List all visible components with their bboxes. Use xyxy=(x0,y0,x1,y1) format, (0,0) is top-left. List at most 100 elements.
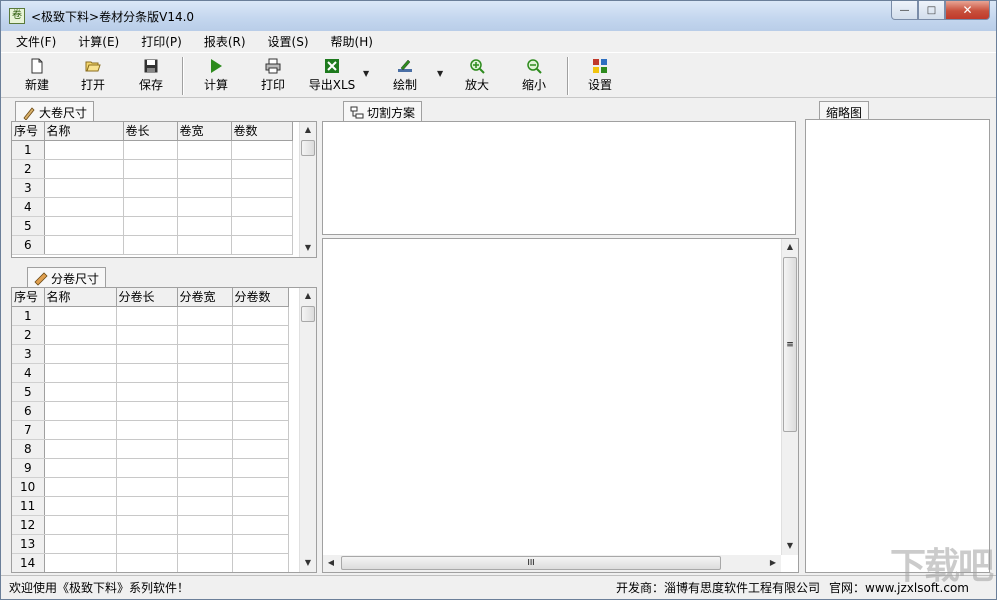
grid-cell[interactable] xyxy=(177,159,232,179)
print-button[interactable]: 打印 xyxy=(249,58,297,96)
col-header-name[interactable]: 名称 xyxy=(44,122,124,141)
save-button[interactable]: 保存 xyxy=(127,58,175,96)
grid-cell[interactable] xyxy=(116,363,178,383)
grid-cell[interactable] xyxy=(177,553,233,572)
grid-cell[interactable] xyxy=(44,344,117,364)
grid-cell[interactable] xyxy=(116,382,178,402)
grid-cell[interactable] xyxy=(177,140,232,160)
grid-cell[interactable] xyxy=(232,553,289,572)
split-roll-vertical-scrollbar[interactable]: ▲ ▼ xyxy=(299,288,316,572)
grid-cell[interactable] xyxy=(177,496,233,516)
grid-cell[interactable] xyxy=(116,515,178,535)
col-header-index[interactable]: 序号 xyxy=(12,288,45,307)
menu-settings[interactable]: 设置(S) xyxy=(261,31,316,51)
minimize-button[interactable]: — xyxy=(891,1,918,20)
grid-cell[interactable] xyxy=(177,235,232,255)
grid-cell[interactable] xyxy=(116,344,178,364)
maximize-button[interactable]: □ xyxy=(918,1,945,20)
menu-report[interactable]: 报表(R) xyxy=(197,31,253,51)
settings-button[interactable]: 设置 xyxy=(576,58,624,96)
grid-cell[interactable] xyxy=(116,458,178,478)
grid-cell[interactable] xyxy=(231,178,293,198)
grid-cell[interactable] xyxy=(116,401,178,421)
grid-cell[interactable] xyxy=(177,306,233,326)
menu-print[interactable]: 打印(P) xyxy=(134,31,189,51)
grid-cell[interactable] xyxy=(232,534,289,554)
menu-calculate[interactable]: 计算(E) xyxy=(71,31,126,51)
grid-cell[interactable] xyxy=(116,420,178,440)
scroll-up-arrow[interactable]: ▲ xyxy=(300,288,316,304)
grid-cell[interactable] xyxy=(123,216,178,236)
draw-button[interactable]: 绘制 xyxy=(381,58,429,96)
grid-cell[interactable] xyxy=(44,235,124,255)
scroll-up-arrow[interactable]: ▲ xyxy=(300,122,316,138)
export-dropdown-arrow[interactable]: ▼ xyxy=(363,69,373,79)
grid-cell[interactable] xyxy=(232,496,289,516)
grid-cell[interactable] xyxy=(231,197,293,217)
tab-split-roll[interactable]: 分卷尺寸 xyxy=(27,267,107,287)
grid-cell[interactable] xyxy=(232,382,289,402)
scroll-down-arrow[interactable]: ▼ xyxy=(782,538,798,554)
close-button[interactable]: ✕ xyxy=(945,1,990,20)
grid-cell[interactable] xyxy=(44,515,117,535)
grid-cell[interactable] xyxy=(123,159,178,179)
grid-cell[interactable] xyxy=(123,140,178,160)
grid-cell[interactable] xyxy=(232,306,289,326)
zoom-in-button[interactable]: 放大 xyxy=(453,58,501,96)
grid-cell[interactable] xyxy=(231,235,293,255)
grid-cell[interactable] xyxy=(177,382,233,402)
grid-cell[interactable] xyxy=(232,325,289,345)
grid-cell[interactable] xyxy=(44,534,117,554)
scroll-right-arrow[interactable]: ▶ xyxy=(765,555,781,571)
col-header-split-count[interactable]: 分卷数 xyxy=(232,288,289,307)
grid-cell[interactable] xyxy=(44,178,124,198)
grid-cell[interactable] xyxy=(116,496,178,516)
menu-file[interactable]: 文件(F) xyxy=(9,31,63,51)
grid-cell[interactable] xyxy=(177,439,233,459)
scroll-down-arrow[interactable]: ▼ xyxy=(300,240,316,256)
grid-cell[interactable] xyxy=(177,401,233,421)
col-header-split-width[interactable]: 分卷宽 xyxy=(177,288,233,307)
scroll-left-arrow[interactable]: ◀ xyxy=(323,555,339,571)
grid-cell[interactable] xyxy=(44,477,117,497)
grid-cell[interactable] xyxy=(232,458,289,478)
grid-cell[interactable] xyxy=(44,458,117,478)
grid-cell[interactable] xyxy=(231,216,293,236)
grid-cell[interactable] xyxy=(44,363,117,383)
grid-cell[interactable] xyxy=(232,515,289,535)
grid-cell[interactable] xyxy=(177,197,232,217)
grid-cell[interactable] xyxy=(116,477,178,497)
grid-cell[interactable] xyxy=(177,458,233,478)
grid-cell[interactable] xyxy=(44,496,117,516)
grid-cell[interactable] xyxy=(231,159,293,179)
menu-help[interactable]: 帮助(H) xyxy=(324,31,380,51)
open-button[interactable]: 打开 xyxy=(69,58,117,96)
tab-cutting-plan[interactable]: 切割方案 xyxy=(343,101,423,121)
grid-cell[interactable] xyxy=(44,325,117,345)
grid-cell[interactable] xyxy=(232,439,289,459)
scroll-thumb[interactable]: ≡ xyxy=(783,257,797,432)
grid-cell[interactable] xyxy=(177,363,233,383)
calculate-button[interactable]: 计算 xyxy=(192,58,240,96)
grid-cell[interactable] xyxy=(44,553,117,572)
zoom-out-button[interactable]: 缩小 xyxy=(510,58,558,96)
grid-cell[interactable] xyxy=(232,477,289,497)
canvas-horizontal-scrollbar[interactable]: ◀ III ▶ xyxy=(323,555,781,572)
grid-cell[interactable] xyxy=(177,534,233,554)
scroll-thumb[interactable] xyxy=(301,140,315,156)
cutting-plan-canvas[interactable]: ▲ ≡ ▼ ◀ III ▶ xyxy=(322,238,799,573)
horizontal-scroll-thumb[interactable]: III xyxy=(341,556,721,570)
grid-cell[interactable] xyxy=(44,382,117,402)
grid-cell[interactable] xyxy=(123,235,178,255)
grid-cell[interactable] xyxy=(44,159,124,179)
scroll-thumb[interactable] xyxy=(301,306,315,322)
col-header-roll-length[interactable]: 卷长 xyxy=(123,122,178,141)
thumbnail-canvas[interactable] xyxy=(805,119,990,573)
scroll-down-arrow[interactable]: ▼ xyxy=(300,555,316,571)
grid-cell[interactable] xyxy=(44,140,124,160)
grid-cell[interactable] xyxy=(116,306,178,326)
grid-cell[interactable] xyxy=(44,401,117,421)
grid-cell[interactable] xyxy=(177,325,233,345)
grid-cell[interactable] xyxy=(177,216,232,236)
grid-cell[interactable] xyxy=(177,515,233,535)
